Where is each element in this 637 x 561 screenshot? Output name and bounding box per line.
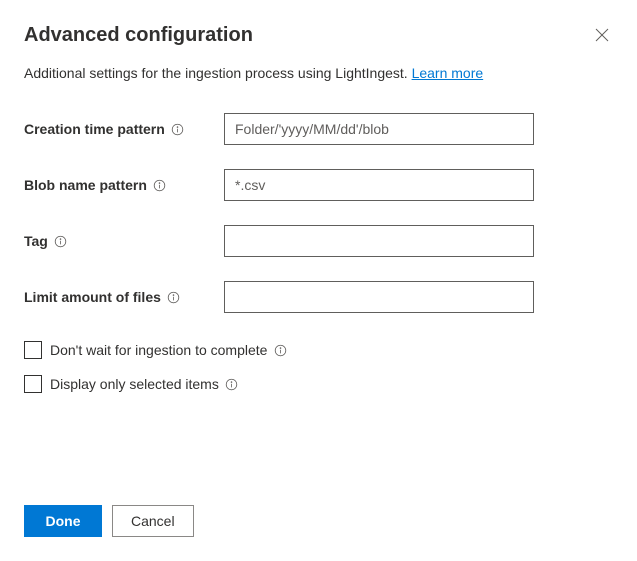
info-icon[interactable] — [225, 377, 239, 391]
blob-name-row: Blob name pattern — [24, 169, 613, 201]
learn-more-link[interactable]: Learn more — [412, 65, 484, 81]
limit-files-row: Limit amount of files — [24, 281, 613, 313]
dont-wait-row: Don't wait for ingestion to complete — [24, 341, 613, 359]
dialog-title: Advanced configuration — [24, 24, 253, 47]
tag-input[interactable] — [224, 225, 534, 257]
display-selected-checkbox[interactable] — [24, 375, 42, 393]
creation-time-label: Creation time pattern — [24, 121, 165, 137]
blob-name-label: Blob name pattern — [24, 177, 147, 193]
tag-label: Tag — [24, 233, 48, 249]
creation-time-row: Creation time pattern — [24, 113, 613, 145]
info-icon[interactable] — [54, 234, 68, 248]
limit-files-label: Limit amount of files — [24, 289, 161, 305]
dont-wait-label: Don't wait for ingestion to complete — [50, 342, 267, 358]
limit-files-input[interactable] — [224, 281, 534, 313]
display-selected-row: Display only selected items — [24, 375, 613, 393]
info-icon[interactable] — [171, 122, 185, 136]
creation-time-input[interactable] — [224, 113, 534, 145]
tag-row: Tag — [24, 225, 613, 257]
done-button[interactable]: Done — [24, 505, 102, 537]
subtitle-text: Additional settings for the ingestion pr… — [24, 65, 412, 81]
cancel-button[interactable]: Cancel — [112, 505, 194, 537]
close-button[interactable] — [591, 24, 613, 49]
info-icon[interactable] — [273, 343, 287, 357]
info-icon[interactable] — [167, 290, 181, 304]
dont-wait-checkbox[interactable] — [24, 341, 42, 359]
blob-name-input[interactable] — [224, 169, 534, 201]
dialog-subtitle: Additional settings for the ingestion pr… — [24, 65, 613, 81]
display-selected-label: Display only selected items — [50, 376, 219, 392]
info-icon[interactable] — [153, 178, 167, 192]
close-icon — [595, 28, 609, 45]
